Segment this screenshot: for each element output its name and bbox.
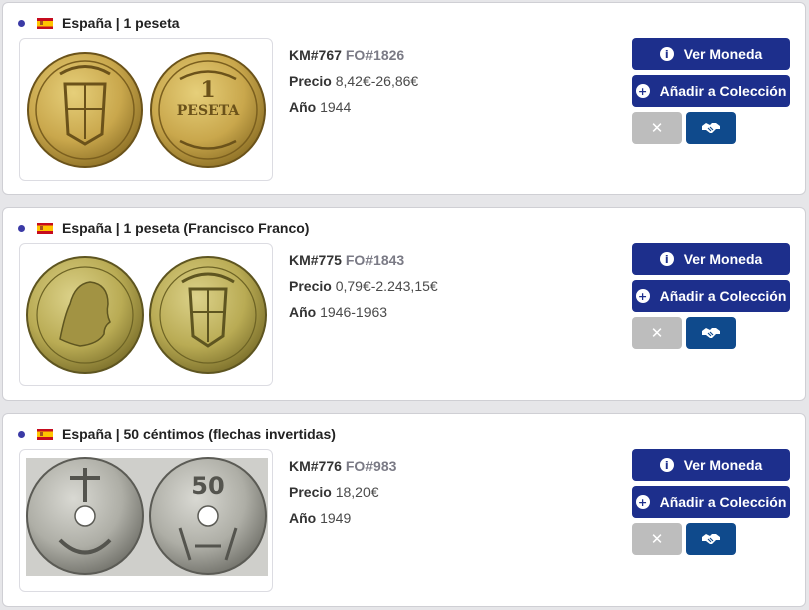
- svg-text:PESETA: PESETA: [177, 103, 241, 119]
- bullet-icon: [18, 19, 25, 27]
- coin-info: KM#767 FO#1826 Precio 8,42€-26,86€ Año 1…: [289, 42, 418, 120]
- coin-actions: i Ver Moneda + Añadir a Colección ✕: [632, 449, 790, 555]
- bullet-icon: [18, 224, 25, 232]
- view-coin-label: Ver Moneda: [683, 457, 763, 473]
- price-row: Precio 8,42€-26,86€: [289, 68, 418, 94]
- price-label: Precio: [289, 73, 332, 89]
- handshake-icon: [702, 123, 720, 133]
- trade-button[interactable]: [686, 523, 736, 555]
- year-value: 1944: [320, 99, 352, 115]
- year-label: Año: [289, 99, 317, 115]
- plus-icon: +: [635, 84, 650, 98]
- info-icon: i: [659, 458, 674, 472]
- add-to-collection-label: Añadir a Colección: [659, 288, 787, 304]
- spain-flag-icon: [37, 222, 53, 234]
- trade-button[interactable]: [686, 112, 736, 144]
- year-value: 1946-1963: [320, 304, 388, 320]
- view-coin-button[interactable]: i Ver Moneda: [632, 38, 790, 70]
- catalog-numbers: KM#776 FO#983: [289, 453, 396, 479]
- view-coin-button[interactable]: i Ver Moneda: [632, 243, 790, 275]
- plus-icon: +: [635, 289, 650, 303]
- price-label: Precio: [289, 278, 332, 294]
- fo-number: FO#1843: [345, 252, 405, 268]
- coin-info: KM#775 FO#1843 Precio 0,79€-2.243,15€ Añ…: [289, 247, 438, 325]
- view-coin-button[interactable]: i Ver Moneda: [632, 449, 790, 481]
- coin-image[interactable]: [19, 243, 273, 386]
- price-value: 8,42€-26,86€: [335, 73, 419, 89]
- plus-icon: +: [635, 495, 650, 509]
- coin-title[interactable]: España | 50 céntimos (flechas invertidas…: [62, 426, 336, 442]
- add-to-collection-label: Añadir a Colección: [659, 83, 787, 99]
- fo-number: FO#1826: [345, 47, 405, 63]
- coin-title[interactable]: España | 1 peseta (Francisco Franco): [62, 220, 309, 236]
- info-icon: i: [659, 252, 674, 266]
- km-number: KM#775: [289, 252, 342, 268]
- year-label: Año: [289, 304, 317, 320]
- coin-title[interactable]: España | 1 peseta: [62, 15, 180, 31]
- view-coin-label: Ver Moneda: [683, 251, 763, 267]
- coin-card-header: España | 50 céntimos (flechas invertidas…: [18, 425, 336, 443]
- coin-image[interactable]: PESETA 1: [19, 38, 273, 181]
- spain-flag-icon: [37, 17, 53, 29]
- year-label: Año: [289, 510, 317, 526]
- remove-button[interactable]: ✕: [632, 317, 682, 349]
- catalog-numbers: KM#767 FO#1826: [289, 42, 418, 68]
- bullet-icon: [18, 430, 25, 438]
- close-icon: ✕: [650, 119, 664, 137]
- view-coin-label: Ver Moneda: [683, 46, 763, 62]
- catalog-numbers: KM#775 FO#1843: [289, 247, 438, 273]
- price-value: 18,20€: [335, 484, 379, 500]
- add-to-collection-button[interactable]: + Añadir a Colección: [632, 280, 790, 312]
- coin-card-header: España | 1 peseta: [18, 14, 180, 32]
- close-icon: ✕: [650, 324, 664, 342]
- coin-card: España | 50 céntimos (flechas invertidas…: [2, 413, 806, 607]
- add-to-collection-button[interactable]: + Añadir a Colección: [632, 486, 790, 518]
- add-to-collection-label: Añadir a Colección: [659, 494, 787, 510]
- km-number: KM#767: [289, 47, 342, 63]
- close-icon: ✕: [650, 530, 664, 548]
- year-row: Año 1944: [289, 94, 418, 120]
- trade-button[interactable]: [686, 317, 736, 349]
- coin-info: KM#776 FO#983 Precio 18,20€ Año 1949: [289, 453, 396, 531]
- svg-text:50: 50: [191, 472, 224, 500]
- remove-button[interactable]: ✕: [632, 112, 682, 144]
- info-icon: i: [659, 47, 674, 61]
- coin-card: España | 1 peseta PESETA 1 KM#767 FO#182…: [2, 2, 806, 195]
- fo-number: FO#983: [345, 458, 397, 474]
- handshake-icon: [702, 534, 720, 544]
- coin-card: España | 1 peseta (Francisco Franco) KM#…: [2, 207, 806, 401]
- km-number: KM#776: [289, 458, 342, 474]
- price-row: Precio 0,79€-2.243,15€: [289, 273, 438, 299]
- coin-card-header: España | 1 peseta (Francisco Franco): [18, 219, 309, 237]
- price-label: Precio: [289, 484, 332, 500]
- price-value: 0,79€-2.243,15€: [335, 278, 438, 294]
- add-to-collection-button[interactable]: + Añadir a Colección: [632, 75, 790, 107]
- coin-actions: i Ver Moneda + Añadir a Colección ✕: [632, 243, 790, 349]
- coin-image[interactable]: 50: [19, 449, 273, 592]
- remove-button[interactable]: ✕: [632, 523, 682, 555]
- coin-actions: i Ver Moneda + Añadir a Colección ✕: [632, 38, 790, 144]
- year-value: 1949: [320, 510, 352, 526]
- handshake-icon: [702, 328, 720, 338]
- svg-text:1: 1: [200, 77, 215, 103]
- year-row: Año 1949: [289, 505, 396, 531]
- year-row: Año 1946-1963: [289, 299, 438, 325]
- price-row: Precio 18,20€: [289, 479, 396, 505]
- spain-flag-icon: [37, 428, 53, 440]
